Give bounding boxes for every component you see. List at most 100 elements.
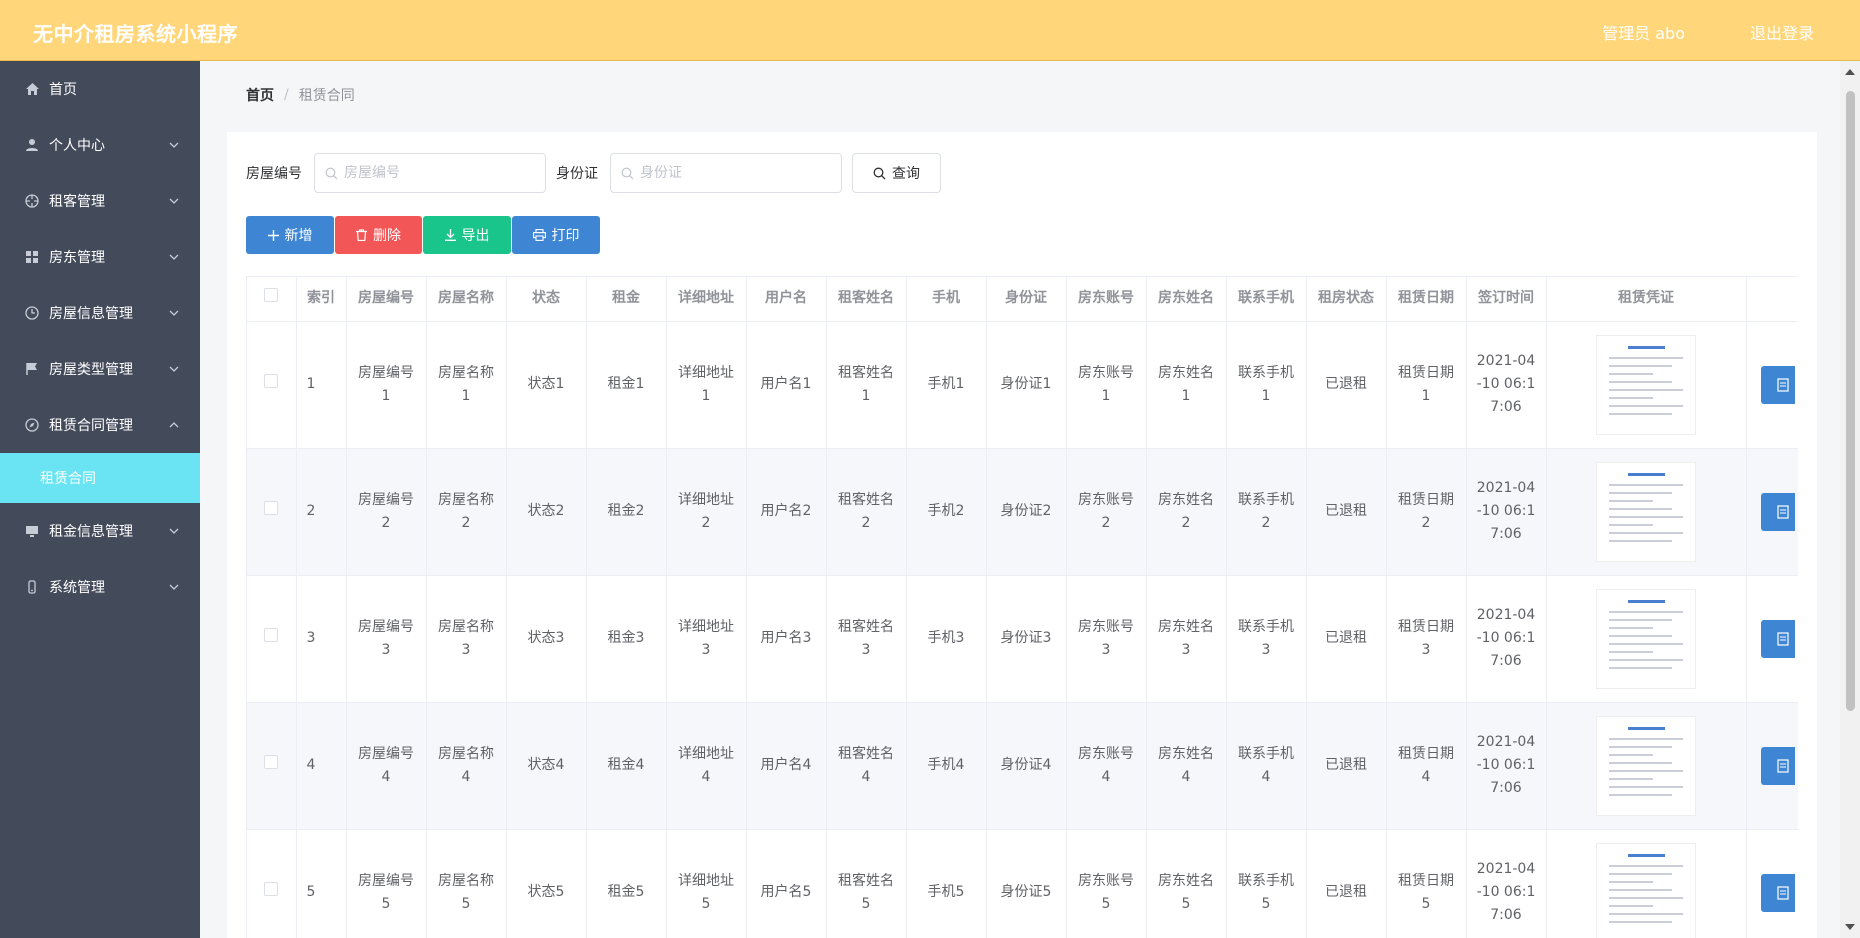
- table-cell: 状态4: [506, 702, 587, 830]
- scroll-down-arrow[interactable]: [1845, 924, 1855, 930]
- detail-button[interactable]: [1760, 619, 1795, 658]
- operations-cell: [1746, 829, 1798, 938]
- lease-voucher-thumbnail[interactable]: [1596, 588, 1696, 689]
- id-card-input[interactable]: [640, 165, 830, 181]
- table-cell: 租赁日期1: [1386, 321, 1467, 449]
- document-text-line: [1609, 618, 1672, 621]
- detail-button[interactable]: [1760, 746, 1795, 785]
- table-row[interactable]: 2 房屋编号2 房屋名称2 状态2 租金2 详细地址2 用户名2 租客姓名2 手机2 身份证2 房东…: [247, 448, 1798, 576]
- house-no-input-wrap[interactable]: [314, 153, 546, 193]
- column-header: 租赁凭证: [1546, 277, 1747, 322]
- document-text-line: [1609, 412, 1672, 415]
- row-checkbox[interactable]: [264, 628, 279, 642]
- document-title-line: [1627, 853, 1665, 857]
- row-checkbox[interactable]: [264, 882, 279, 896]
- home-icon: [24, 81, 40, 97]
- sidebar-item-house-info[interactable]: 房屋信息管理: [0, 285, 200, 341]
- sidebar-item-house-type[interactable]: 房屋类型管理: [0, 341, 200, 397]
- lease-voucher-thumbnail[interactable]: [1596, 715, 1696, 816]
- lease-voucher-thumbnail[interactable]: [1596, 461, 1696, 562]
- document-text-line: [1609, 777, 1654, 780]
- table-row[interactable]: 1 房屋编号1 房屋名称1 状态1 租金1 详细地址1 用户名1 租客姓名1 手机1 身份证1 房东…: [247, 321, 1798, 449]
- sidebar-item-landlords[interactable]: 房东管理: [0, 229, 200, 285]
- table-cell: 2021-04-10 06:17:06: [1466, 702, 1547, 830]
- table-cell: 房东姓名3: [1146, 575, 1227, 703]
- detail-button[interactable]: [1760, 492, 1795, 531]
- sidebar-item-personal[interactable]: 个人中心: [0, 117, 200, 173]
- table-cell: 详细地址2: [666, 448, 747, 576]
- table-cell: 房屋编号4: [346, 702, 427, 830]
- sidebar-item-home[interactable]: 首页: [0, 61, 200, 117]
- row-checkbox[interactable]: [264, 755, 279, 769]
- row-select-cell: [247, 575, 297, 703]
- table-cell: 房东账号2: [1066, 448, 1147, 576]
- table-cell: 房屋名称1: [426, 321, 507, 449]
- column-header: 房东姓名: [1146, 277, 1227, 322]
- document-text-line: [1609, 626, 1654, 629]
- row-checkbox[interactable]: [264, 374, 279, 388]
- document-text-line: [1609, 769, 1683, 772]
- document-icon: [1776, 504, 1789, 519]
- table-cell: 详细地址1: [666, 321, 747, 449]
- operations-cell: [1746, 448, 1798, 576]
- document-text-line: [1609, 380, 1672, 383]
- table-cell: 房东姓名2: [1146, 448, 1227, 576]
- main-content: 首页 / 租赁合同 房屋编号 身份证 查询 新增: [200, 61, 1840, 938]
- app-title: 无中介租房系统小程序: [33, 22, 238, 46]
- table-cell: 状态1: [506, 321, 587, 449]
- house-no-input[interactable]: [344, 165, 534, 181]
- breadcrumb-home[interactable]: 首页: [246, 85, 274, 105]
- print-button[interactable]: 打印: [512, 216, 600, 254]
- document-text-line: [1609, 666, 1672, 669]
- table-row[interactable]: 4 房屋编号4 房屋名称4 状态4 租金4 详细地址4 用户名4 租客姓名4 手机4 身份证4 房东…: [247, 702, 1798, 830]
- sidebar-item-system[interactable]: 系统管理: [0, 559, 200, 615]
- detail-button[interactable]: [1760, 873, 1795, 912]
- lease-voucher-thumbnail[interactable]: [1596, 842, 1696, 938]
- query-button[interactable]: 查询: [852, 153, 941, 193]
- export-button-label: 导出: [461, 228, 490, 244]
- user-icon: [24, 137, 40, 153]
- search-icon: [873, 167, 886, 179]
- search-bar: 房屋编号 身份证 查询: [246, 153, 941, 193]
- table-cell: 房屋名称3: [426, 575, 507, 703]
- scrollbar-thumb[interactable]: [1846, 91, 1855, 711]
- column-header: 用户名: [746, 277, 827, 322]
- document-icon: [1776, 885, 1789, 900]
- sidebar: 首页 个人中心 租客管理 房东管理 房屋信息管理 房屋类型管理 租赁合同管理 租…: [0, 61, 200, 938]
- table-row[interactable]: 3 房屋编号3 房屋名称3 状态3 租金3 详细地址3 用户名3 租客姓名3 手机3 身份证3 房东…: [247, 575, 1798, 703]
- search-icon: [325, 167, 338, 179]
- delete-button[interactable]: 删除: [335, 216, 422, 254]
- sidebar-item-label: 租客管理: [49, 194, 105, 210]
- table-cell: 租金3: [586, 575, 667, 703]
- document-text-line: [1609, 507, 1672, 510]
- table-cell: 租赁日期5: [1386, 829, 1467, 938]
- add-button[interactable]: 新增: [246, 216, 334, 254]
- table-cell: 已退租: [1306, 448, 1387, 576]
- table-cell: 租赁日期3: [1386, 575, 1467, 703]
- table-cell: 手机2: [906, 448, 987, 576]
- table-cell: 房东账号1: [1066, 321, 1147, 449]
- sidebar-item-rent-info[interactable]: 租金信息管理: [0, 503, 200, 559]
- page-scrollbar[interactable]: [1840, 61, 1860, 938]
- document-text-line: [1609, 650, 1654, 653]
- select-all-checkbox[interactable]: [264, 288, 279, 303]
- sidebar-subitem-lease-contract[interactable]: 租赁合同: [0, 453, 200, 503]
- content-panel: 房屋编号 身份证 查询 新增 删除: [227, 132, 1817, 938]
- detail-button[interactable]: [1760, 365, 1795, 404]
- logout-button[interactable]: 退出登录: [1750, 20, 1814, 44]
- document-title-line: [1627, 472, 1665, 476]
- column-header: 租赁日期: [1386, 277, 1467, 322]
- row-checkbox[interactable]: [264, 501, 279, 515]
- table-cell: 已退租: [1306, 321, 1387, 449]
- lease-voucher-thumbnail[interactable]: [1596, 334, 1696, 435]
- table-row[interactable]: 5 房屋编号5 房屋名称5 状态5 租金5 详细地址5 用户名5 租客姓名5 手机5 身份证5 房东…: [247, 829, 1798, 938]
- sidebar-item-lease-contract[interactable]: 租赁合同管理: [0, 397, 200, 453]
- id-card-input-wrap[interactable]: [610, 153, 842, 193]
- export-button[interactable]: 导出: [423, 216, 511, 254]
- monitor-icon: [24, 523, 40, 539]
- document-text-line: [1609, 523, 1654, 526]
- sidebar-item-tenants[interactable]: 租客管理: [0, 173, 200, 229]
- table-cell: 已退租: [1306, 829, 1387, 938]
- scroll-up-arrow[interactable]: [1845, 69, 1855, 75]
- table-cell: 房屋编号1: [346, 321, 427, 449]
